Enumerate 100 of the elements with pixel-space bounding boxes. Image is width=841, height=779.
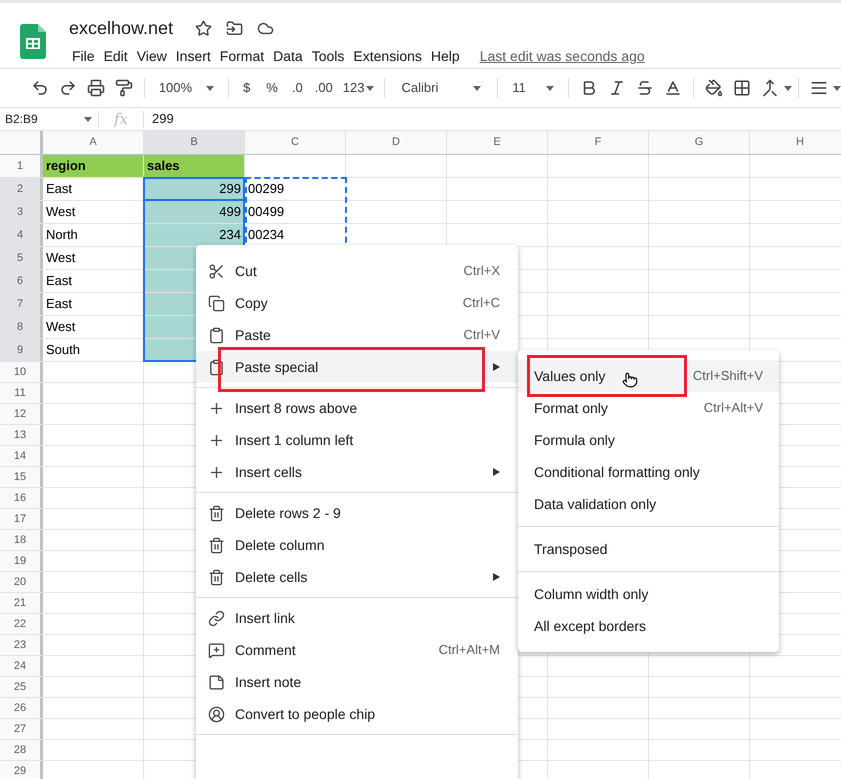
menu-item[interactable]: Column width only (518, 578, 779, 610)
row-header[interactable]: 6 (0, 270, 43, 292)
row-header[interactable]: 19 (0, 551, 43, 571)
shortcut-label: Ctrl+C (462, 294, 500, 312)
row-header[interactable]: 10 (0, 362, 43, 382)
column-header[interactable]: C (245, 131, 346, 154)
row-header[interactable]: 17 (0, 509, 43, 529)
menu-item[interactable]: Formula only (518, 424, 779, 456)
row-header[interactable]: 15 (0, 467, 43, 487)
menu-item-label: Format only (534, 398, 608, 418)
row-header[interactable]: 13 (0, 425, 43, 445)
menu-bar-item[interactable]: Edit (98, 46, 133, 67)
menu-item-label: Paste special (235, 358, 318, 377)
menu-bar-item[interactable]: File (67, 46, 100, 67)
table-cell: sales (144, 155, 245, 177)
column-header[interactable]: G (649, 131, 750, 154)
row-header[interactable]: 8 (0, 316, 43, 338)
increase-decimal-button[interactable]: .00 (308, 74, 339, 102)
menu-bar-item[interactable]: Tools (306, 46, 350, 67)
number-format-dropdown[interactable]: 123 (338, 74, 378, 102)
menu-item[interactable]: Transposed (518, 533, 779, 565)
menu-item[interactable]: Paste special (196, 351, 518, 383)
row-header[interactable]: 29 (0, 761, 43, 779)
move-folder-icon[interactable] (226, 20, 244, 37)
menu-item-label: Delete cells (235, 568, 308, 586)
font-size-dropdown[interactable]: 11 (504, 74, 562, 102)
menu-item[interactable]: Values only Ctrl+Shift+V (518, 360, 779, 392)
row-header[interactable]: 21 (0, 593, 43, 613)
last-edit-link[interactable]: Last edit was seconds ago (480, 46, 645, 67)
menu-bar-item[interactable]: Extensions (348, 46, 427, 67)
table-cell: 00499 (245, 201, 346, 223)
row-header[interactable]: 25 (0, 677, 43, 697)
menu-item-label: Convert to people chip (235, 704, 376, 724)
table-cell: East (43, 293, 144, 315)
row-header[interactable]: 14 (0, 446, 43, 466)
column-header[interactable]: H (750, 131, 841, 154)
menu-item[interactable]: Copy Ctrl+C (196, 287, 518, 319)
font-dropdown[interactable]: Calibri (391, 74, 492, 102)
table-cell: South (43, 339, 144, 361)
menu-item[interactable]: Insert note (196, 666, 518, 698)
menu-bar-item[interactable]: Data (268, 46, 308, 67)
row-header[interactable]: 27 (0, 719, 43, 739)
dropdown-caret-icon (473, 86, 482, 90)
percent-button[interactable]: % (258, 74, 286, 102)
menu-bar-item[interactable]: Format (214, 46, 270, 67)
dropdown-caret-icon (84, 116, 92, 122)
menu-item[interactable]: Insert link (196, 602, 518, 634)
shortcut-label: Ctrl+V (464, 326, 500, 344)
menu-item-label: Values only (534, 366, 606, 386)
row-header[interactable]: 12 (0, 404, 43, 424)
row-header[interactable]: 24 (0, 656, 43, 676)
table-cell: region (43, 155, 144, 177)
menu-item[interactable]: Delete rows 2 - 9 (196, 497, 518, 529)
menu-item[interactable]: Insert cells (196, 456, 518, 488)
column-header[interactable]: D (346, 131, 447, 154)
row-header[interactable]: 28 (0, 740, 43, 760)
row-header[interactable]: 11 (0, 383, 43, 403)
menu-item[interactable]: Cut Ctrl+X (196, 255, 518, 287)
menu-item[interactable]: Insert 1 column left (196, 424, 518, 456)
menu-item[interactable]: Data validation only (518, 488, 779, 520)
row-header[interactable]: 1 (0, 155, 43, 177)
currency-button[interactable]: $ (235, 74, 258, 102)
menu-item[interactable]: Delete cells (196, 561, 518, 593)
person-chip-icon (206, 704, 226, 724)
column-header[interactable]: E (447, 131, 548, 154)
menu-item[interactable]: Delete column (196, 529, 518, 561)
spreadsheet-logo[interactable] (20, 24, 46, 59)
row-header[interactable]: 2 (0, 178, 43, 200)
decrease-decimal-button[interactable]: .0 (286, 74, 309, 102)
star-icon[interactable] (195, 20, 212, 37)
menu-item[interactable]: Paste Ctrl+V (196, 319, 518, 351)
menu-bar-item[interactable]: View (132, 46, 172, 67)
row-header[interactable]: 26 (0, 698, 43, 718)
name-box[interactable]: B2:B9 (0, 110, 98, 128)
row-header[interactable]: 20 (0, 572, 43, 592)
shortcut-label: Ctrl+Alt+V (704, 399, 763, 418)
menu-item[interactable]: Insert 8 rows above (196, 392, 518, 424)
column-header[interactable]: B (144, 131, 245, 154)
row-header[interactable]: 4 (0, 224, 43, 246)
menu-bar-item[interactable]: Insert (170, 46, 216, 67)
menu-bar-item[interactable]: Help (426, 46, 465, 67)
menu-item[interactable]: Conditional formatting only (518, 456, 779, 488)
zoom-dropdown[interactable]: 100% (150, 74, 222, 102)
menu-item[interactable]: Comment Ctrl+Alt+M (196, 634, 518, 666)
row-header[interactable]: 9 (0, 339, 43, 361)
cloud-icon[interactable] (257, 20, 274, 37)
menu-item[interactable]: All except borders (518, 610, 779, 642)
menu-item[interactable]: Convert to people chip (196, 698, 518, 730)
menu-item[interactable]: Format only Ctrl+Alt+V (518, 392, 779, 424)
document-title[interactable]: excelhow.net (69, 15, 174, 42)
formula-input[interactable]: 299 (144, 109, 174, 129)
row-header[interactable]: 3 (0, 201, 43, 223)
row-header[interactable]: 22 (0, 614, 43, 634)
column-header[interactable]: F (548, 131, 649, 154)
row-header[interactable]: 16 (0, 488, 43, 508)
row-header[interactable]: 23 (0, 635, 43, 655)
row-header[interactable]: 7 (0, 293, 43, 315)
row-header[interactable]: 5 (0, 247, 43, 269)
row-header[interactable]: 18 (0, 530, 43, 550)
table-cell: East (43, 270, 144, 292)
